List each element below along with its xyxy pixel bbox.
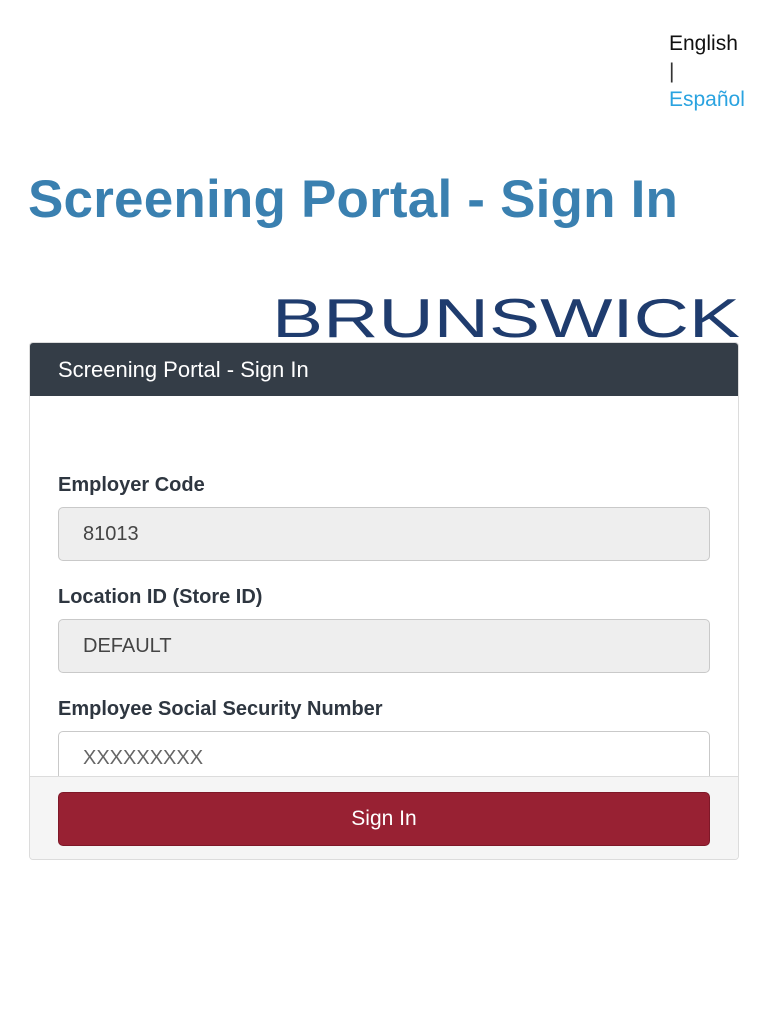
employer-code-input[interactable] bbox=[58, 507, 710, 561]
card-footer: Sign In bbox=[30, 776, 738, 859]
page: English | Español Screening Portal - Sig… bbox=[0, 0, 768, 1024]
ssn-label: Employee Social Security Number bbox=[58, 698, 383, 720]
card-header: Screening Portal - Sign In bbox=[30, 343, 738, 396]
logo-text: BRUNSWICK bbox=[272, 292, 740, 342]
language-switcher: English | Español bbox=[669, 30, 745, 114]
language-english[interactable]: English bbox=[669, 30, 745, 58]
signin-card: Screening Portal - Sign In Employer Code… bbox=[29, 342, 739, 860]
employer-code-label: Employer Code bbox=[58, 474, 205, 496]
location-id-input[interactable] bbox=[58, 619, 710, 673]
sign-in-button[interactable]: Sign In bbox=[58, 792, 710, 846]
brunswick-logo: BRUNSWICK bbox=[272, 292, 740, 342]
page-title: Screening Portal - Sign In bbox=[28, 170, 679, 229]
card-body: Employer Code Location ID (Store ID) Emp… bbox=[30, 396, 738, 785]
language-separator: | bbox=[669, 60, 675, 83]
language-espanol-link[interactable]: Español bbox=[669, 86, 745, 114]
location-id-label: Location ID (Store ID) bbox=[58, 586, 263, 608]
